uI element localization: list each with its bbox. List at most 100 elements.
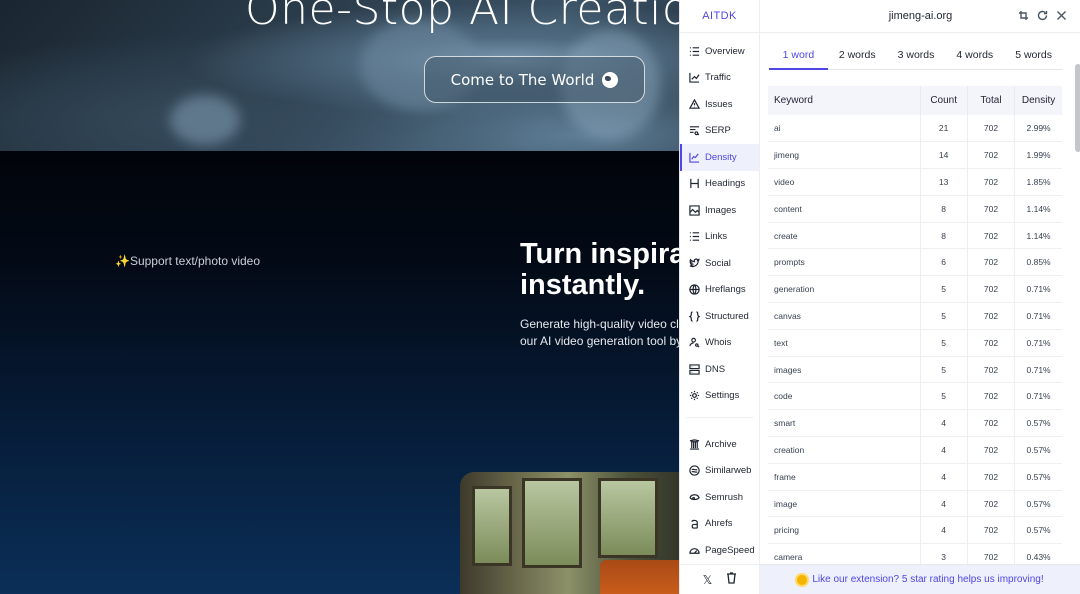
total-cell: 702: [967, 275, 1016, 304]
total-cell: 702: [967, 463, 1016, 491]
keyword-cell: images: [768, 356, 921, 384]
video-thumbnail[interactable]: [460, 472, 679, 594]
table-row[interactable]: prompts 6 702 0.85%: [768, 248, 1062, 277]
sidebar-item-ahrefs[interactable]: Ahrefs: [680, 511, 759, 538]
user-search-icon: [688, 337, 700, 349]
sidebar-item-label: Hreflangs: [705, 284, 746, 296]
table-row[interactable]: jimeng 14 702 1.99%: [768, 141, 1062, 170]
keyword-cell: camera: [768, 543, 921, 564]
sun-icon: [797, 574, 808, 585]
section-description: Generate high-quality video clip our AI …: [520, 316, 679, 350]
sidebar-item-links[interactable]: Links: [680, 224, 759, 251]
table-row[interactable]: create 8 702 1.14%: [768, 222, 1062, 250]
section-title-line-1: Turn inspira: [520, 238, 679, 270]
tab-4-word[interactable]: 4 words: [945, 44, 1004, 69]
link-list-icon: [688, 231, 700, 243]
heading-icon: [688, 178, 700, 190]
density-cell: 0.43%: [1014, 543, 1062, 564]
table-row[interactable]: code 5 702 0.71%: [768, 382, 1062, 411]
sidebar-item-label: Traffic: [705, 72, 731, 84]
column-header-keyword[interactable]: Keyword: [768, 86, 921, 115]
section-desc-line-1: Generate high-quality video clip: [520, 317, 679, 331]
scrollbar-thumb[interactable]: [1075, 64, 1080, 152]
total-cell: 702: [967, 543, 1016, 564]
refresh-icon[interactable]: [1037, 10, 1048, 24]
sidebar-item-whois[interactable]: Whois: [680, 330, 759, 357]
train-window: [598, 478, 658, 558]
sidebar-item-similarweb[interactable]: Similarweb: [680, 458, 759, 485]
sidebar-item-images[interactable]: Images: [680, 197, 759, 224]
server-icon: [688, 363, 700, 375]
table-row[interactable]: smart 4 702 0.57%: [768, 409, 1062, 438]
close-icon[interactable]: [1056, 10, 1067, 24]
braces-icon: [688, 310, 700, 322]
table-row[interactable]: video 13 702 1.85%: [768, 168, 1062, 196]
column-header-total[interactable]: Total: [967, 86, 1016, 115]
nav-divider: [686, 417, 753, 418]
list-icon: [688, 45, 700, 57]
hero-title: One-Stop AI Creation P: [245, 0, 679, 35]
cup-icon[interactable]: [726, 572, 737, 587]
sidebar-item-structured[interactable]: Structured: [680, 303, 759, 330]
sidebar-item-pagespeed[interactable]: PageSpeed: [680, 537, 759, 564]
aitdk-extension-panel: AITDK Overview Traffic Issues SERP Density He…: [679, 0, 1080, 594]
sidebar-item-dns[interactable]: DNS: [680, 356, 759, 383]
header-actions: [1018, 10, 1067, 24]
total-cell: 702: [967, 382, 1016, 411]
sidebar-item-density[interactable]: Density: [680, 144, 759, 171]
count-cell: 5: [920, 356, 968, 384]
sidebar-item-label: PageSpeed: [705, 544, 755, 556]
sidebar-item-overview[interactable]: Overview: [680, 38, 759, 65]
density-cell: 0.57%: [1014, 490, 1062, 518]
column-header-count[interactable]: Count: [920, 86, 968, 115]
keyword-cell: jimeng: [768, 141, 921, 170]
count-cell: 4: [920, 463, 968, 491]
sidebar-item-issues[interactable]: Issues: [680, 91, 759, 118]
sidebar-item-headings[interactable]: Headings: [680, 171, 759, 198]
table-row[interactable]: images 5 702 0.71%: [768, 356, 1062, 384]
table-row[interactable]: content 8 702 1.14%: [768, 195, 1062, 223]
keyword-cell: ai: [768, 115, 921, 143]
tab-1-word[interactable]: 1 word: [769, 44, 828, 70]
sidebar-item-hreflangs[interactable]: Hreflangs: [680, 277, 759, 304]
sidebar-item-social[interactable]: Social: [680, 250, 759, 277]
density-cell: 1.99%: [1014, 141, 1062, 170]
x-twitter-icon[interactable]: 𝕏: [703, 573, 713, 587]
nav-list: Overview Traffic Issues SERP Density Headings…: [680, 33, 759, 409]
table-row[interactable]: text 5 702 0.71%: [768, 329, 1062, 357]
table-row[interactable]: generation 5 702 0.71%: [768, 275, 1062, 304]
sidebar-item-semrush[interactable]: Semrush: [680, 484, 759, 511]
rating-banner[interactable]: Like our extension? 5 star rating helps …: [760, 564, 1080, 594]
table-row[interactable]: creation 4 702 0.57%: [768, 436, 1062, 464]
keyword-cell: code: [768, 382, 921, 411]
table-row[interactable]: image 4 702 0.57%: [768, 490, 1062, 518]
sidebar-item-traffic[interactable]: Traffic: [680, 65, 759, 92]
image-icon: [688, 204, 700, 216]
chart-line-icon: [688, 72, 700, 84]
sidebar-item-serp[interactable]: SERP: [680, 118, 759, 145]
sidebar-item-label: Links: [705, 231, 728, 243]
tab-5-word[interactable]: 5 words: [1004, 44, 1063, 69]
table-row[interactable]: pricing 4 702 0.57%: [768, 516, 1062, 545]
column-header-density[interactable]: Density: [1014, 86, 1062, 115]
domain-title: jimeng-ai.org: [888, 10, 953, 22]
keyword-cell: video: [768, 168, 921, 196]
count-cell: 4: [920, 409, 968, 438]
table-row[interactable]: frame 4 702 0.57%: [768, 463, 1062, 491]
sidebar-item-label: Structured: [705, 310, 749, 322]
sidebar-item-label: Images: [705, 204, 737, 216]
tab-3-word[interactable]: 3 words: [887, 44, 946, 69]
table-row[interactable]: camera 3 702 0.43%: [768, 543, 1062, 564]
density-cell: 1.85%: [1014, 168, 1062, 196]
sidebar-item-archive[interactable]: Archive: [680, 431, 759, 458]
nav-tools-list: Archive Similarweb Semrush Ahrefs PageSpeed: [680, 426, 759, 564]
popout-icon[interactable]: [1018, 10, 1029, 24]
table-row[interactable]: canvas 5 702 0.71%: [768, 302, 1062, 330]
come-to-world-button[interactable]: Come to The World: [424, 56, 645, 103]
table-row[interactable]: ai 21 702 2.99%: [768, 115, 1062, 143]
sidebar-item-settings[interactable]: Settings: [680, 383, 759, 410]
brand-logo[interactable]: AITDK: [680, 0, 759, 33]
density-cell: 0.71%: [1014, 275, 1062, 304]
section-desc-line-2: our AI video generation tool by J: [520, 334, 679, 348]
tab-2-word[interactable]: 2 words: [828, 44, 887, 69]
